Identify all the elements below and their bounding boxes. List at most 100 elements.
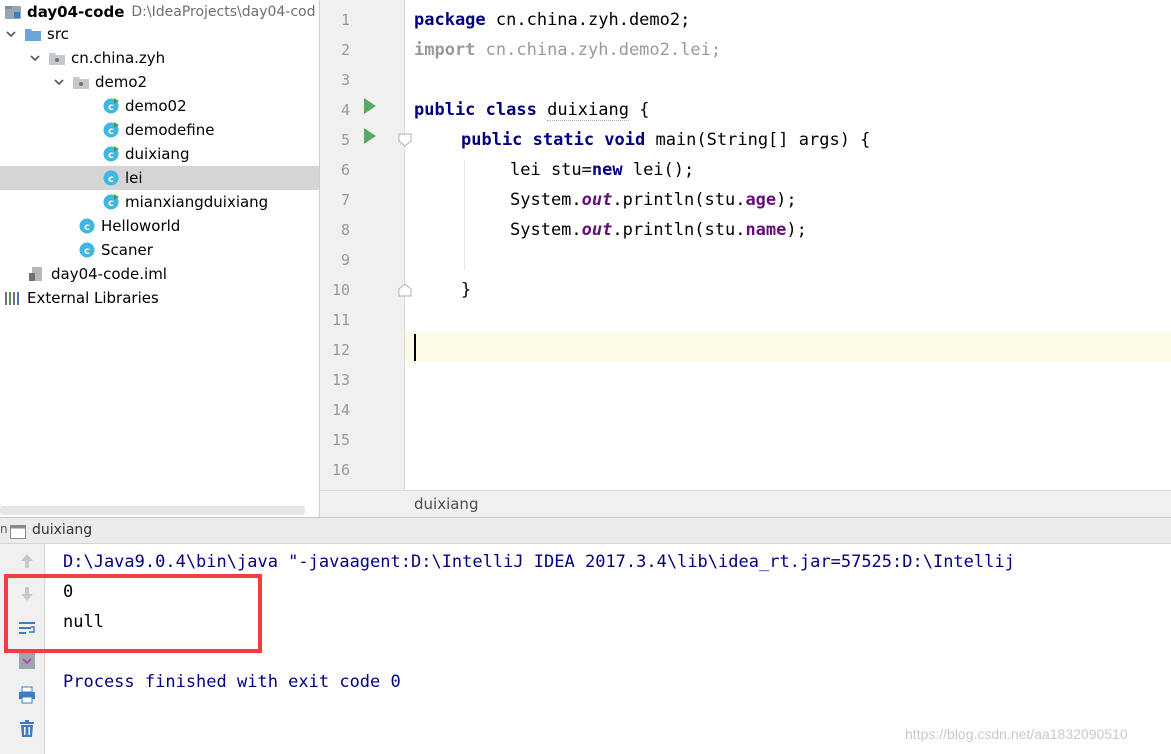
line-number: 15	[331, 431, 350, 449]
line-number: 5	[340, 131, 350, 149]
code-line-1: package cn.china.zyh.demo2;	[414, 5, 690, 35]
tree-item-label: cn.china.zyh	[71, 49, 166, 67]
tree-item-class-duixiang[interactable]: c duixiang	[0, 142, 319, 166]
editor-gutter: 1 2 3 4 5 6 7 8 9 10 11 12 13 14 15 16	[320, 0, 412, 490]
tree-item-label: External Libraries	[27, 289, 159, 307]
line-number: 10	[331, 281, 350, 299]
code-text: lei();	[622, 160, 695, 180]
tree-item-class-demo02[interactable]: c demo02	[0, 94, 319, 118]
tree-item-class-scaner[interactable]: c Scaner	[0, 238, 319, 262]
tree-item-class-helloworld[interactable]: c Helloworld	[0, 214, 319, 238]
tree-item-class-demodefine[interactable]: c demodefine	[0, 118, 319, 142]
module-folder-icon	[4, 3, 22, 21]
run-tool-window-header: n duixiang	[0, 517, 1171, 544]
svg-text:c: c	[84, 246, 90, 257]
code-text: main(String[] args) {	[645, 130, 871, 150]
field: name	[745, 220, 787, 240]
tree-item-package-cn-china-zyh[interactable]: cn.china.zyh	[0, 46, 319, 70]
static-field: out	[581, 190, 613, 210]
tree-item-class-lei[interactable]: c lei	[0, 166, 319, 190]
code-text: cn.china.zyh.demo2;	[485, 10, 691, 30]
module-file-icon	[28, 265, 46, 283]
run-tab-label[interactable]: duixiang	[32, 522, 92, 538]
tree-item-label: duixiang	[125, 145, 190, 163]
svg-text:c: c	[108, 198, 114, 209]
line-number: 2	[340, 41, 350, 59]
static-field: out	[581, 220, 613, 240]
fold-end-icon[interactable]	[398, 282, 412, 297]
indent-guide	[464, 160, 465, 270]
line-number: 12	[331, 341, 350, 359]
svg-text:c: c	[108, 126, 114, 137]
breadcrumb-item[interactable]: duixiang	[414, 495, 478, 513]
watermark: https://blog.csdn.net/aa1832090510	[905, 726, 1128, 742]
keyword: package	[414, 10, 486, 30]
tree-root-day04-code[interactable]: day04-code D:\IdeaProjects\day04-cod	[0, 0, 319, 24]
clipped-header-text: n	[0, 522, 8, 536]
runnable-class-icon: c	[102, 121, 120, 139]
root-path: D:\IdeaProjects\day04-cod	[131, 4, 316, 20]
code-text: System.	[510, 220, 582, 240]
code-text: .println(stu.	[612, 190, 746, 210]
code-line-8: System.out.println(stu.name);	[510, 215, 807, 245]
tree-item-label: src	[47, 25, 69, 43]
trash-icon[interactable]	[14, 716, 40, 742]
run-class-icon[interactable]	[363, 97, 377, 115]
keyword: new	[591, 160, 623, 180]
libraries-icon	[4, 289, 22, 307]
class-icon: c	[78, 241, 96, 259]
root-name: day04-code	[27, 3, 125, 21]
line-number: 4	[340, 101, 350, 119]
up-arrow-icon[interactable]	[14, 548, 40, 574]
tree-item-package-demo2[interactable]: demo2	[0, 70, 319, 94]
line-number: 14	[331, 401, 350, 419]
code-text: cn.china.zyh.demo2.lei;	[475, 40, 722, 60]
code-line-2: import cn.china.zyh.demo2.lei;	[414, 35, 721, 65]
source-folder-icon	[24, 25, 42, 43]
chevron-down-icon[interactable]	[4, 28, 18, 40]
keyword: public static void	[461, 130, 646, 150]
tree-item-label: Helloworld	[101, 217, 181, 235]
code-text: lei stu=	[510, 160, 592, 180]
chevron-down-icon[interactable]	[52, 76, 66, 88]
print-icon[interactable]	[14, 682, 40, 708]
tree-item-src[interactable]: src	[0, 22, 319, 46]
line-number: 7	[340, 191, 350, 209]
code-text: {	[628, 100, 650, 120]
class-icon: c	[78, 217, 96, 235]
code-line-4: public class duixiang {	[414, 95, 649, 125]
svg-text:c: c	[108, 102, 114, 113]
tree-item-external-libraries[interactable]: External Libraries	[0, 286, 319, 310]
svg-text:c: c	[84, 222, 90, 233]
line-number: 8	[340, 221, 350, 239]
package-icon	[48, 49, 66, 67]
code-line-6: lei stu=new lei();	[510, 155, 694, 185]
tree-item-label: demo02	[125, 97, 187, 115]
tree-item-class-mianxiangduixiang[interactable]: c mianxiangduixiang	[0, 190, 319, 214]
class-icon: c	[102, 169, 120, 187]
red-annotation-box	[4, 574, 262, 653]
line-number: 9	[340, 251, 350, 269]
code-line-10: }	[461, 280, 472, 300]
runnable-class-icon: c	[102, 193, 120, 211]
line-number: 3	[340, 71, 350, 89]
chevron-down-icon[interactable]	[28, 52, 42, 64]
runnable-class-icon: c	[102, 145, 120, 163]
fold-collapse-icon[interactable]	[398, 132, 412, 147]
code-text: );	[786, 220, 807, 240]
runnable-class-icon: c	[102, 97, 120, 115]
tree-horizontal-scrollbar[interactable]	[0, 506, 305, 515]
tree-item-label: demodefine	[125, 121, 215, 139]
line-number: 6	[340, 161, 350, 179]
tree-item-label: day04-code.iml	[51, 265, 167, 283]
keyword: import	[414, 40, 476, 60]
tree-item-iml-file[interactable]: day04-code.iml	[0, 262, 319, 286]
run-main-icon[interactable]	[363, 127, 377, 145]
code-editor[interactable]: 1 2 3 4 5 6 7 8 9 10 11 12 13 14 15 16 p…	[320, 0, 1171, 490]
code-text: .println(stu.	[612, 220, 746, 240]
editor-breadcrumb[interactable]: duixiang	[320, 490, 1171, 517]
project-tool-window: day04-code D:\IdeaProjects\day04-cod src…	[0, 0, 320, 517]
current-line-highlight	[405, 332, 1171, 362]
console-command-line: D:\Java9.0.4\bin\java "-javaagent:D:\Int…	[63, 552, 1015, 572]
tree-item-label: lei	[125, 169, 143, 187]
